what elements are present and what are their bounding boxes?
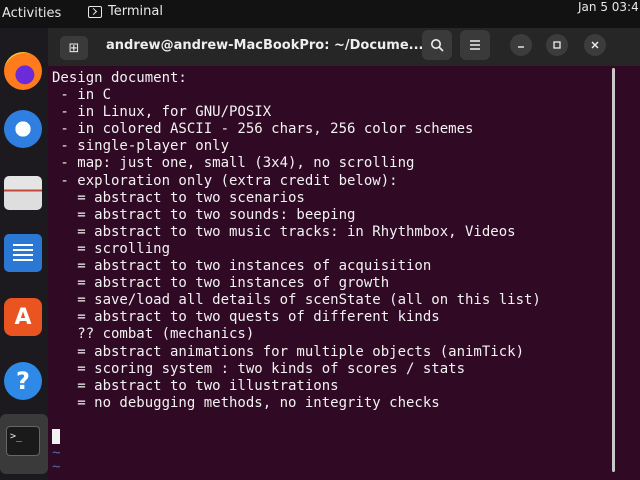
top-bar: Activities Terminal Jan 5 03:4 xyxy=(0,0,640,28)
maximize-button[interactable] xyxy=(546,34,568,56)
app-store-icon[interactable]: A xyxy=(4,298,42,336)
minimize-icon xyxy=(518,46,524,48)
terminal-line: - in colored ASCII - 256 chars, 256 colo… xyxy=(52,121,474,138)
terminal-line: = abstract to two quests of different ki… xyxy=(52,309,440,326)
terminal-line: = abstract to two illustrations xyxy=(52,377,339,394)
terminal-line: - in Linux, for GNU/POSIX xyxy=(52,104,272,121)
thunderbird-icon[interactable] xyxy=(4,110,42,148)
search-button[interactable] xyxy=(422,30,452,60)
terminal-line: = scoring system : two kinds of scores /… xyxy=(52,360,466,377)
app-menu[interactable]: Terminal xyxy=(88,4,163,19)
terminal-line: = scrolling xyxy=(52,240,171,257)
clock[interactable]: Jan 5 03:4 xyxy=(578,0,639,14)
empty-line-marker: ~ xyxy=(52,459,61,476)
window-header: ⊞ andrew@andrew-MacBookPro: ~/Docume... xyxy=(48,28,640,66)
prompt-line xyxy=(52,428,622,446)
terminal-line: - exploration only (extra credit below): xyxy=(52,172,398,189)
help-icon[interactable]: ? xyxy=(4,362,42,400)
dock: A ? >_ xyxy=(0,28,48,480)
writer-icon[interactable] xyxy=(4,234,42,272)
window-title: andrew@andrew-MacBookPro: ~/Docume... xyxy=(106,38,424,53)
close-button[interactable] xyxy=(584,34,606,56)
terminal-line: = abstract to two scenarios xyxy=(52,189,305,206)
text-cursor xyxy=(52,428,60,444)
terminal-line: - in C xyxy=(52,87,112,104)
terminal-line: = abstract to two sounds: beeping xyxy=(52,206,356,223)
terminal-window: ⊞ andrew@andrew-MacBookPro: ~/Docume... xyxy=(48,28,640,480)
terminal-line: = no debugging methods, no integrity che… xyxy=(52,394,440,411)
close-icon xyxy=(591,41,599,49)
scrollbar[interactable] xyxy=(610,66,618,480)
firefox-icon[interactable] xyxy=(4,52,42,90)
terminal-line: = abstract to two instances of growth xyxy=(52,275,390,292)
terminal-icon xyxy=(88,5,102,18)
app-menu-label: Terminal xyxy=(108,4,163,19)
terminal-line: Design document: xyxy=(52,70,187,86)
maximize-icon xyxy=(553,41,561,49)
terminal-line: ?? combat (mechanics) xyxy=(52,326,255,343)
terminal-line: = save/load all details of scenState (al… xyxy=(52,292,541,309)
scrollbar-thumb[interactable] xyxy=(612,68,615,472)
empty-line-marker: ~ xyxy=(52,445,61,462)
search-icon xyxy=(431,39,444,52)
terminal-line: = abstract animations for multiple objec… xyxy=(52,343,525,360)
activities-button[interactable]: Activities xyxy=(2,6,61,21)
terminal-line: = abstract to two instances of acquisiti… xyxy=(52,258,432,275)
menu-button[interactable] xyxy=(460,30,490,60)
files-icon[interactable] xyxy=(4,176,42,210)
dock-item-terminal[interactable]: >_ xyxy=(0,414,48,474)
minimize-button[interactable] xyxy=(510,34,532,56)
new-tab-button[interactable]: ⊞ xyxy=(60,36,88,60)
terminal-line: - map: just one, small (3x4), no scrolli… xyxy=(52,155,415,172)
new-tab-icon: ⊞ xyxy=(68,40,80,56)
terminal-line: - single-player only xyxy=(52,138,230,155)
terminal-line: = abstract to two music tracks: in Rhyth… xyxy=(52,223,516,240)
terminal-icon: >_ xyxy=(6,426,40,456)
hamburger-icon xyxy=(470,40,480,50)
terminal-output[interactable]: Design document: - in C - in Linux, for … xyxy=(52,70,622,476)
